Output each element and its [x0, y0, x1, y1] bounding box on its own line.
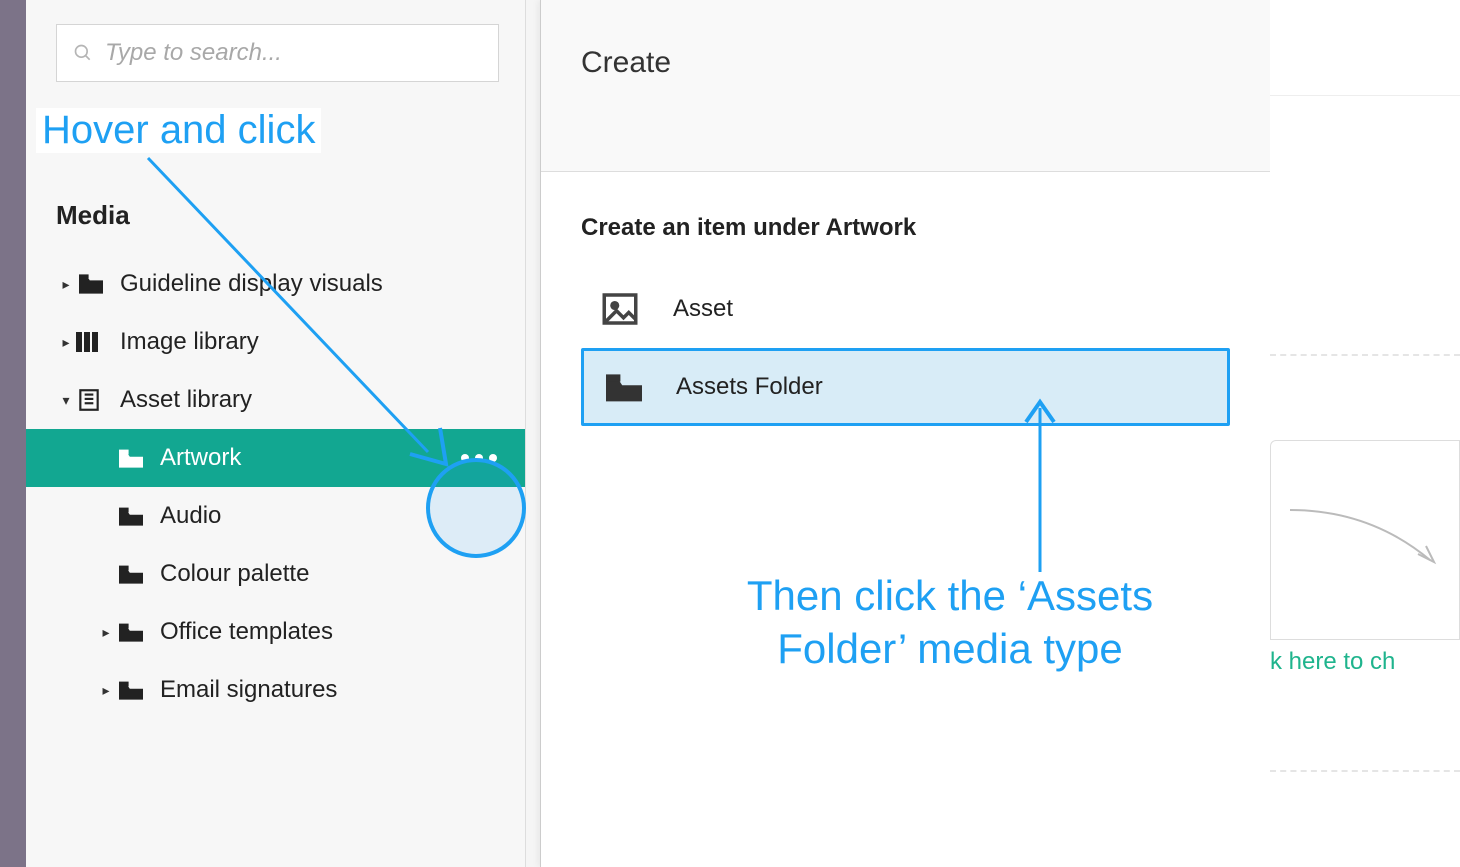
tree-item-label: Office templates [160, 618, 333, 646]
folder-icon [76, 272, 120, 296]
search-box[interactable] [56, 24, 499, 82]
collapse-caret-icon[interactable]: ▾ [56, 392, 76, 409]
tree-item-label: Image library [120, 328, 259, 356]
annotation-hover-click: Hover and click [36, 108, 321, 153]
create-panel: Create Create an item under Artwork Asse… [540, 0, 1270, 867]
create-panel-header: Create [541, 0, 1270, 172]
create-option-label: Asset [673, 295, 733, 323]
tree-item-guideline-display-visuals[interactable]: ▸ Guideline display visuals [26, 255, 525, 313]
folder-icon [116, 678, 160, 702]
create-options-list: Asset Assets Folder [581, 270, 1230, 426]
tree-item-artwork[interactable]: Artwork [26, 429, 525, 487]
create-option-assets-folder[interactable]: Assets Folder [581, 348, 1230, 426]
tree-item-label: Audio [160, 502, 221, 530]
folder-icon [116, 446, 160, 470]
media-tree: ▸ Guideline display visuals ▸ Image libr… [26, 255, 525, 719]
folder-icon [116, 620, 160, 644]
search-icon [73, 43, 93, 63]
expand-caret-icon[interactable]: ▸ [56, 334, 76, 351]
panel-title: Create [581, 46, 671, 80]
expand-caret-icon[interactable]: ▸ [96, 682, 116, 699]
folder-icon [116, 562, 160, 586]
folder-icon [602, 369, 676, 405]
tree-item-label: Email signatures [160, 676, 337, 704]
tree-item-label: Artwork [160, 444, 241, 472]
tree-item-label: Asset library [120, 386, 252, 414]
create-option-label: Assets Folder [676, 373, 823, 401]
tree-item-image-library[interactable]: ▸ Image library [26, 313, 525, 371]
image-icon [599, 288, 673, 330]
more-actions-icon[interactable] [461, 454, 497, 462]
curved-arrow-icon [1280, 500, 1450, 600]
search-input[interactable] [105, 39, 482, 67]
library-icon [76, 387, 120, 413]
tree-item-office-templates[interactable]: ▸ Office templates [26, 603, 525, 661]
tree-item-label: Colour palette [160, 560, 309, 588]
app-nav-strip [0, 0, 26, 867]
tree-item-colour-palette[interactable]: Colour palette [26, 545, 525, 603]
tree-item-asset-library[interactable]: ▾ Asset library [26, 371, 525, 429]
background-content: k here to ch [1270, 0, 1460, 867]
partial-link-text: k here to ch [1270, 648, 1395, 676]
folder-icon [116, 504, 160, 528]
sidebar-section-media: Media [26, 152, 525, 255]
create-option-asset[interactable]: Asset [581, 270, 1230, 348]
create-subheading: Create an item under Artwork [581, 214, 1230, 242]
tree-item-label: Guideline display visuals [120, 270, 383, 298]
images-icon [76, 330, 120, 354]
tree-item-audio[interactable]: Audio [26, 487, 525, 545]
tree-item-email-signatures[interactable]: ▸ Email signatures [26, 661, 525, 719]
expand-caret-icon[interactable]: ▸ [96, 624, 116, 641]
annotation-then-click: Then click the ‘Assets Folder’ media typ… [700, 570, 1200, 675]
expand-caret-icon[interactable]: ▸ [56, 276, 76, 293]
